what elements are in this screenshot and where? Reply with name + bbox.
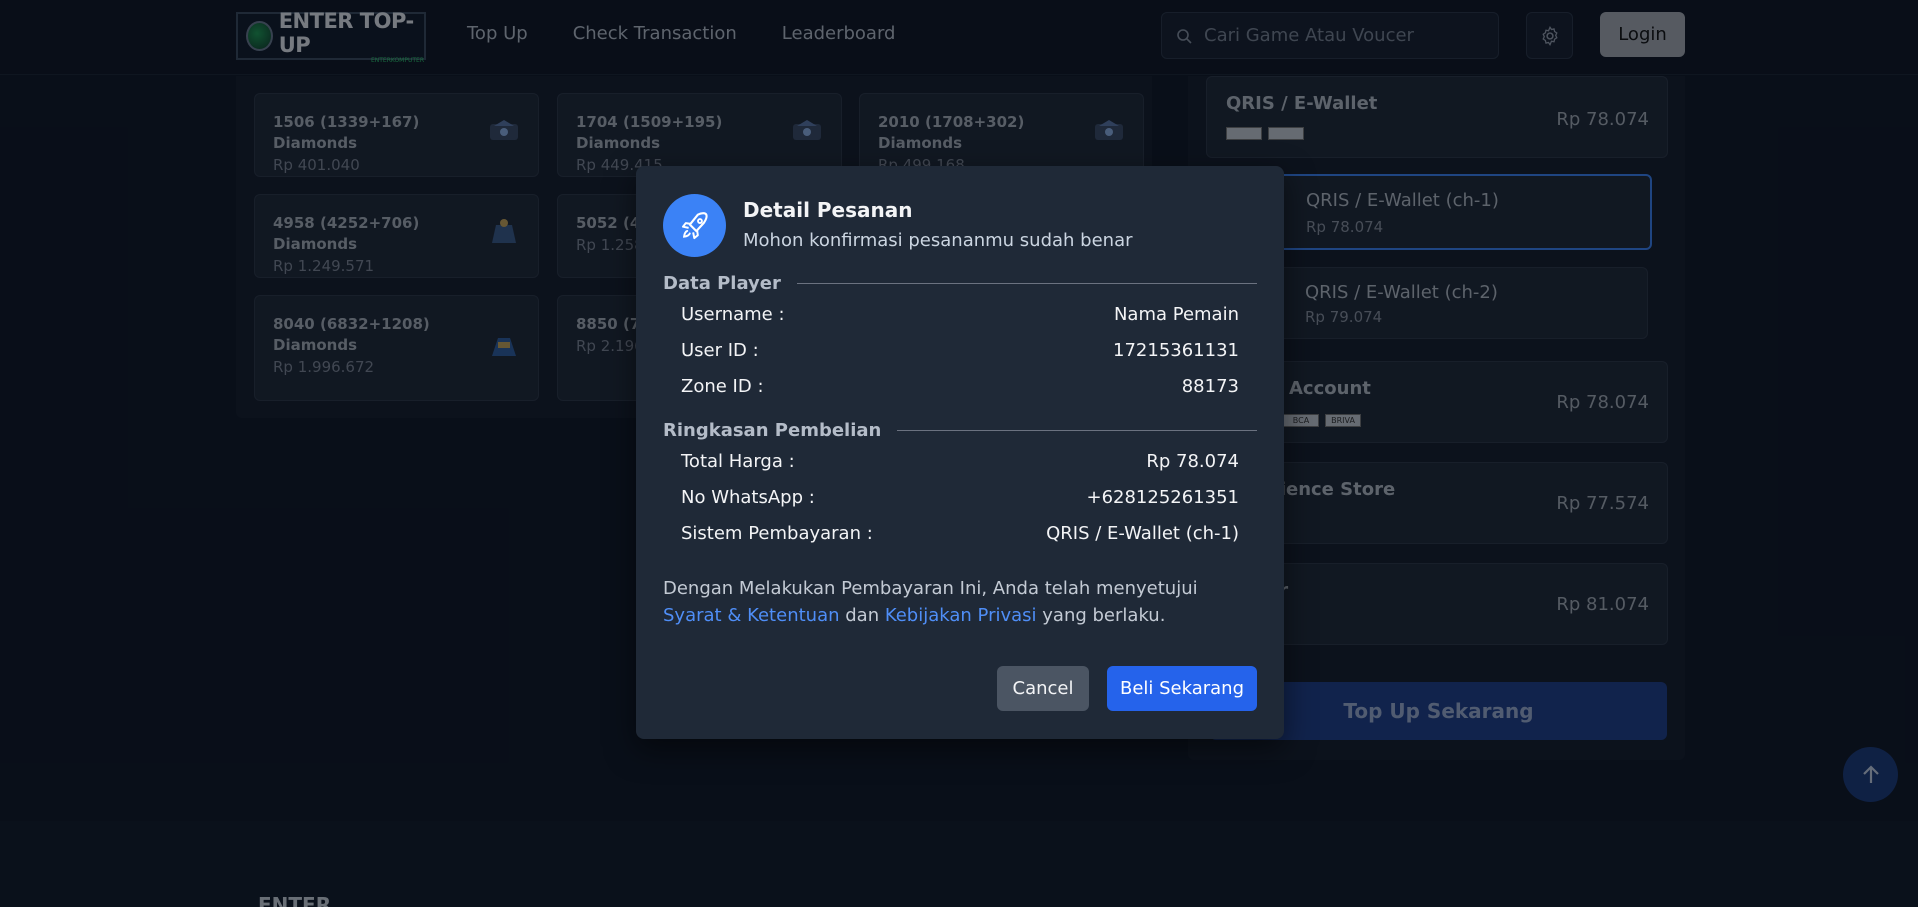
- section-title: Ringkasan Pembelian: [663, 420, 882, 441]
- detail-row-total-price: Total Harga : Rp 78.074: [663, 443, 1257, 479]
- modal-title: Detail Pesanan: [743, 198, 913, 222]
- section-divider: [897, 430, 1257, 431]
- detail-label: Total Harga :: [681, 450, 795, 472]
- section-divider: [796, 283, 1257, 284]
- detail-value: +628125261351: [1086, 486, 1239, 508]
- terms-notice: Dengan Melakukan Pembayaran Ini, Anda te…: [663, 578, 1198, 626]
- section-data-player: Data Player: [663, 273, 1257, 294]
- detail-value: 88173: [1181, 375, 1239, 397]
- modal-actions: Cancel Beli Sekarang: [997, 666, 1257, 711]
- section-purchase-summary: Ringkasan Pembelian: [663, 420, 1257, 441]
- detail-row-whatsapp: No WhatsApp : +628125261351: [663, 479, 1257, 515]
- player-details: Username : Nama Pemain User ID : 1721536…: [663, 296, 1257, 404]
- buy-now-button[interactable]: Beli Sekarang: [1107, 666, 1257, 711]
- terms-link[interactable]: Syarat & Ketentuan: [663, 605, 840, 626]
- detail-label: Zone ID :: [681, 375, 764, 397]
- detail-row-username: Username : Nama Pemain: [663, 296, 1257, 332]
- detail-value: Nama Pemain: [1113, 303, 1239, 325]
- order-detail-modal: Detail Pesanan Mohon konfirmasi pesananm…: [636, 166, 1284, 739]
- cancel-button[interactable]: Cancel: [997, 666, 1089, 711]
- detail-label: User ID :: [681, 339, 759, 361]
- detail-row-payment-system: Sistem Pembayaran : QRIS / E-Wallet (ch-…: [663, 515, 1257, 551]
- rocket-icon: [663, 194, 726, 257]
- modal-header: Detail Pesanan Mohon konfirmasi pesananm…: [663, 194, 1257, 257]
- detail-row-user-id: User ID : 17215361131: [663, 332, 1257, 368]
- detail-label: No WhatsApp :: [681, 486, 815, 508]
- detail-value: QRIS / E-Wallet (ch-1): [1046, 522, 1239, 544]
- detail-row-zone-id: Zone ID : 88173: [663, 368, 1257, 404]
- detail-label: Username :: [681, 303, 785, 325]
- detail-value: 17215361131: [1113, 339, 1239, 361]
- section-title: Data Player: [663, 273, 781, 294]
- summary-details: Total Harga : Rp 78.074 No WhatsApp : +6…: [663, 443, 1257, 551]
- privacy-link[interactable]: Kebijakan Privasi: [885, 605, 1037, 626]
- detail-label: Sistem Pembayaran :: [681, 522, 873, 544]
- detail-value: Rp 78.074: [1146, 450, 1239, 472]
- modal-subtitle: Mohon konfirmasi pesananmu sudah benar: [743, 230, 1133, 251]
